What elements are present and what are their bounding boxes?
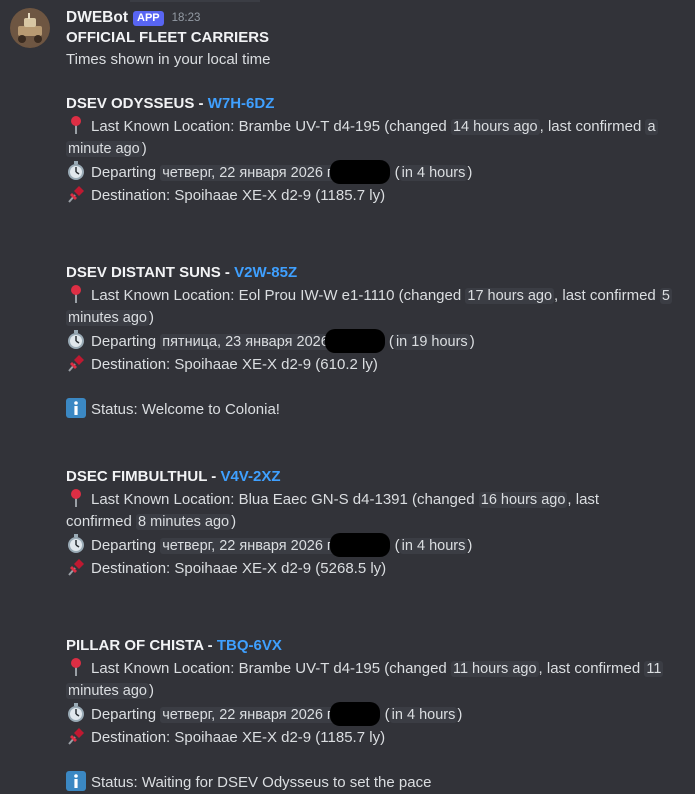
round-pushpin-icon xyxy=(66,488,86,508)
close-paren: ) xyxy=(469,333,475,350)
carrier-separator: - xyxy=(194,95,208,112)
confirmed-time-part[interactable]: 5 xyxy=(659,288,672,304)
destination-text: Destination: Spoihaae XE-X d2-9 (610.2 l… xyxy=(91,356,378,373)
stopwatch-icon xyxy=(66,534,86,554)
close-paren: ) xyxy=(141,140,147,157)
location-text: Last Known Location: Blua Eaec GN-S d4-1… xyxy=(91,491,479,508)
avatar[interactable] xyxy=(10,8,50,48)
destination-text: Destination: Spoihaae XE-X d2-9 (1185.7 … xyxy=(91,187,386,204)
pushpin-icon xyxy=(66,184,86,204)
confirmed-time[interactable]: minutes ago xyxy=(66,683,149,699)
changed-time[interactable]: 16 hours ago xyxy=(478,492,568,508)
redaction-mark xyxy=(330,702,381,726)
carrier-separator: - xyxy=(203,637,217,654)
close-paren: ) xyxy=(149,309,154,326)
changed-time[interactable]: 11 hours ago xyxy=(450,661,539,677)
status-text: Status: Welcome to Colonia! xyxy=(91,401,280,418)
information-icon xyxy=(66,398,86,418)
message-content: OFFICIAL FLEET CARRIERS Times shown in y… xyxy=(66,27,676,794)
carrier-callsign: V2W-85Z xyxy=(234,264,298,281)
open-paren: ( xyxy=(380,706,390,723)
close-paren: ) xyxy=(467,537,473,554)
carrier-block: DSEC FIMBULTHUL - V4V-2XZ Last Known Loc… xyxy=(66,466,676,580)
departing-relative[interactable]: in 19 hours xyxy=(393,334,470,350)
confirmed-time[interactable]: 8 minutes ago xyxy=(136,514,232,530)
stopwatch-icon xyxy=(66,161,86,181)
carrier-name: DSEV ODYSSEUS xyxy=(66,95,195,112)
departing-label: Departing xyxy=(91,164,157,181)
message-header: DWEBot APP 18:23 xyxy=(66,8,200,28)
previous-message-edge xyxy=(130,0,260,2)
pushpin-icon xyxy=(66,557,86,577)
confirmed-label: , last confirmed xyxy=(538,660,645,677)
redaction-mark xyxy=(324,329,385,353)
confirmed-time[interactable]: minute ago xyxy=(66,141,142,157)
departing-label: Departing xyxy=(91,537,157,554)
pushpin-icon xyxy=(66,726,86,746)
close-paren: ) xyxy=(231,513,237,530)
status-text: Status: Waiting for DSEV Odysseus to set… xyxy=(91,774,432,791)
departing-relative[interactable]: in 4 hours xyxy=(399,165,468,181)
carrier-name: PILLAR OF CHISTA xyxy=(66,637,204,654)
departing-relative[interactable]: in 4 hours xyxy=(389,707,458,723)
departing-label: Departing xyxy=(91,333,157,350)
carrier-block: DSEV DISTANT SUNS - V2W-85Z Last Known L… xyxy=(66,262,676,421)
departing-date[interactable]: четверг, 22 января 2026 г. xyxy=(160,538,337,554)
redaction-mark xyxy=(330,533,391,557)
location-text: Last Known Location: Brambe UV-T d4-195 … xyxy=(91,118,451,135)
carrier-name: DSEV DISTANT SUNS xyxy=(66,264,221,281)
departing-date[interactable]: пятница, 23 января 2026 xyxy=(160,334,331,350)
departing-relative[interactable]: in 4 hours xyxy=(399,538,468,554)
close-paren: ) xyxy=(467,164,473,181)
destination-text: Destination: Spoihaae XE-X d2-9 (1185.7 … xyxy=(91,729,386,746)
stopwatch-icon xyxy=(66,703,86,723)
stopwatch-icon xyxy=(66,330,86,350)
round-pushpin-icon xyxy=(66,284,86,304)
destination-text: Destination: Spoihaae XE-X d2-9 (5268.5 … xyxy=(91,560,387,577)
message-timestamp[interactable]: 18:23 xyxy=(172,12,201,24)
confirmed-label: , last confirmed xyxy=(554,287,660,304)
confirmed-label: , last xyxy=(567,491,600,508)
open-paren: ( xyxy=(384,333,394,350)
round-pushpin-icon xyxy=(66,115,86,135)
carrier-block: PILLAR OF CHISTA - TBQ-6VX Last Known Lo… xyxy=(66,635,676,794)
carrier-callsign: V4V-2XZ xyxy=(220,468,281,485)
close-paren: ) xyxy=(457,706,463,723)
author-name[interactable]: DWEBot xyxy=(66,9,128,27)
location-text: Last Known Location: Brambe UV-T d4-195 … xyxy=(91,660,451,677)
location-text: Last Known Location: Eol Prou IW-W e1-11… xyxy=(91,287,466,304)
message-heading: OFFICIAL FLEET CARRIERS xyxy=(66,29,270,46)
carrier-separator: - xyxy=(220,264,235,281)
carrier-callsign: W7H-6DZ xyxy=(207,95,275,112)
changed-time[interactable]: 14 hours ago xyxy=(450,119,540,135)
redaction-mark xyxy=(330,160,391,184)
departing-label: Departing xyxy=(91,706,157,723)
confirmed-time-part[interactable]: a xyxy=(645,119,658,135)
app-badge: APP xyxy=(133,10,164,26)
carrier-callsign: TBQ-6VX xyxy=(216,637,282,654)
confirmed-time[interactable]: minutes ago xyxy=(66,310,149,326)
open-paren: ( xyxy=(390,537,400,554)
close-paren: ) xyxy=(149,682,154,699)
carrier-separator: - xyxy=(207,468,221,485)
departing-date[interactable]: четверг, 22 января 2026 г. xyxy=(160,165,337,181)
round-pushpin-icon xyxy=(66,657,86,677)
departing-date[interactable]: четверг, 22 января 2026 г. xyxy=(160,707,337,723)
open-paren: ( xyxy=(390,164,400,181)
confirmed-label: , last confirmed xyxy=(539,118,646,135)
confirmed-time-part[interactable]: 11 xyxy=(644,661,664,677)
information-icon xyxy=(66,771,86,791)
carrier-block: DSEV ODYSSEUS - W7H-6DZ Last Known Locat… xyxy=(66,93,676,207)
pushpin-icon xyxy=(66,353,86,373)
message-subheading: Times shown in your local time xyxy=(66,51,271,68)
confirmed-label: confirmed xyxy=(66,513,137,530)
changed-time[interactable]: 17 hours ago xyxy=(465,288,555,304)
carrier-name: DSEC FIMBULTHUL xyxy=(66,468,208,485)
